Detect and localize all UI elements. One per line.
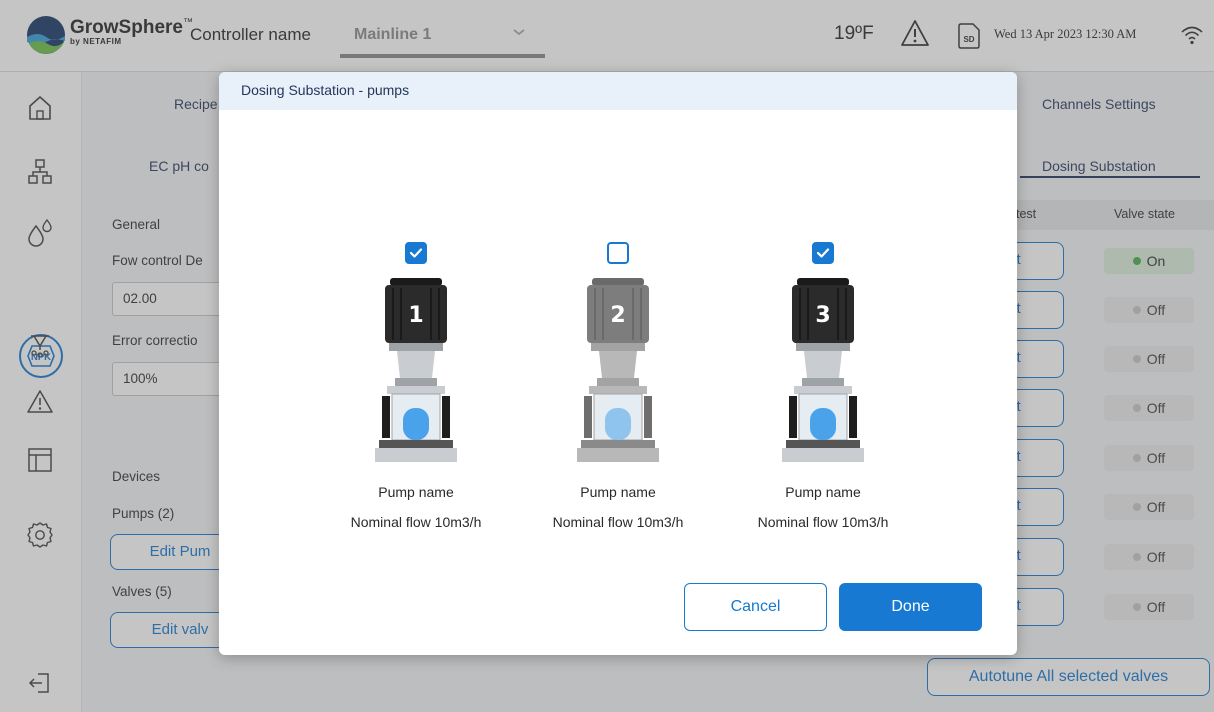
pump-illustration-icon: 2 <box>577 278 659 462</box>
pump-checkbox[interactable] <box>812 242 834 264</box>
pump-checkbox[interactable] <box>405 242 427 264</box>
pump-illustration-icon: 3 <box>782 278 864 462</box>
pump-name: Pump name <box>580 484 656 500</box>
pump-card[interactable]: 1 Pump name Nominal flow 10m3/h <box>316 242 516 542</box>
cancel-button[interactable]: Cancel <box>684 583 827 631</box>
pump-nominal-flow: Nominal flow 10m3/h <box>552 514 684 530</box>
svg-text:3: 3 <box>815 303 830 328</box>
pump-card[interactable]: 2 Pump name Nominal flow 10m3/h <box>518 242 718 542</box>
checkmark-icon <box>816 248 830 258</box>
pump-nominal-flow: Nominal flow 10m3/h <box>757 514 889 530</box>
pump-checkbox[interactable] <box>607 242 629 264</box>
pump-name: Pump name <box>378 484 454 500</box>
pump-illustration-icon: 1 <box>375 278 457 462</box>
svg-text:1: 1 <box>408 303 423 328</box>
dialog-title: Dosing Substation - pumps <box>241 82 410 98</box>
dosing-pumps-dialog: Dosing Substation - pumps 1 Pump name Nom… <box>219 72 1017 655</box>
pump-card[interactable]: 3 Pump name Nominal flow 10m3/h <box>723 242 923 542</box>
pump-nominal-flow: Nominal flow 10m3/h <box>350 514 482 530</box>
checkmark-icon <box>409 248 423 258</box>
dialog-header: Dosing Substation - pumps <box>219 72 1017 110</box>
done-button[interactable]: Done <box>839 583 982 631</box>
svg-text:2: 2 <box>610 303 625 328</box>
pump-name: Pump name <box>785 484 861 500</box>
